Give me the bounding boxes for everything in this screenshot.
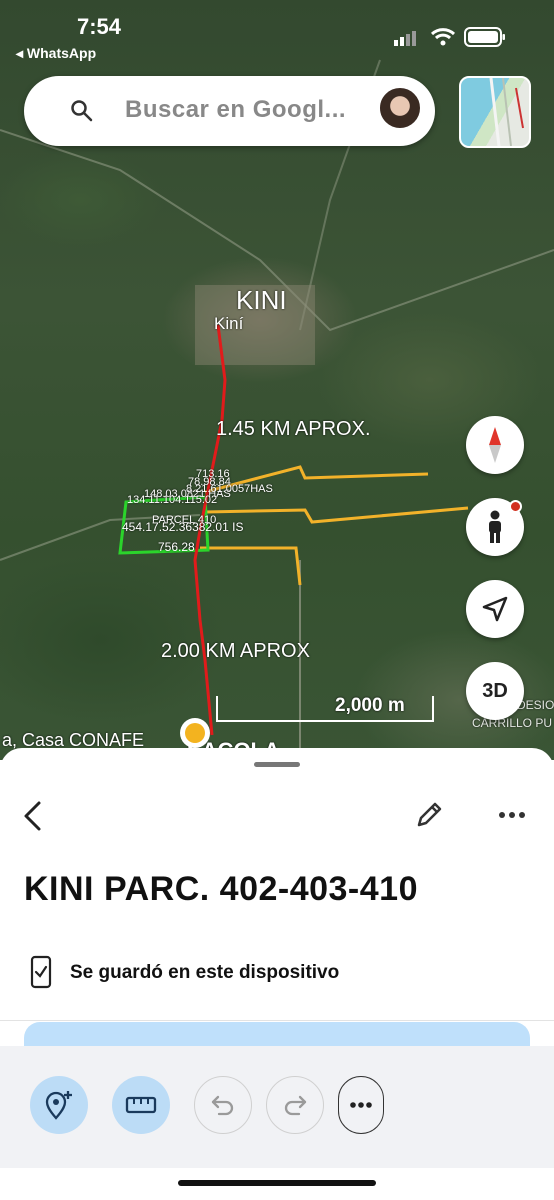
distance-label: 1.45 KM APROX. <box>216 418 371 440</box>
measure-button[interactable] <box>112 1076 170 1134</box>
compass-icon <box>489 427 501 463</box>
place-pin-icon[interactable] <box>180 718 210 748</box>
map-layers-button[interactable] <box>459 76 531 148</box>
cellular-signal-icon <box>394 31 416 46</box>
compass-button[interactable] <box>466 416 524 474</box>
back-chevron-icon[interactable] <box>22 800 44 832</box>
boundary-line <box>200 546 302 586</box>
device-saved-icon <box>30 955 52 989</box>
search-bar[interactable]: Buscar en Googl... <box>24 76 435 146</box>
search-icon <box>71 100 93 122</box>
add-pin-icon <box>45 1091 72 1120</box>
notification-dot <box>509 500 522 513</box>
town-label: KINI <box>236 285 287 315</box>
more-options-icon[interactable] <box>498 811 526 819</box>
avatar[interactable] <box>378 86 422 130</box>
3d-button[interactable]: 3D <box>466 662 524 720</box>
wifi-icon <box>430 28 456 46</box>
add-placemark-button[interactable] <box>30 1076 88 1134</box>
distance-label: 2.00 KM APROX <box>161 640 310 662</box>
back-to-app-link[interactable]: ◂ WhatsApp <box>16 45 96 62</box>
more-tools-button[interactable] <box>338 1076 384 1134</box>
divider <box>0 1020 554 1021</box>
status-time: 7:54 <box>77 14 122 39</box>
map-thumbnail-icon <box>489 78 524 146</box>
street-view-button[interactable] <box>466 498 524 556</box>
pegman-icon <box>489 510 501 543</box>
undo-icon <box>211 1095 234 1116</box>
undo-button[interactable] <box>194 1076 252 1134</box>
parcel-label: 134.11.104.115.02 <box>127 494 218 506</box>
map-scale-label: 2,000 m <box>335 695 405 716</box>
place-label: DESIO <box>517 698 554 712</box>
battery-icon <box>464 27 505 47</box>
more-options-icon <box>350 1102 372 1108</box>
saved-status-text: Se guardó en este dispositivo <box>70 962 340 983</box>
home-indicator[interactable] <box>178 1180 376 1186</box>
redo-icon <box>284 1095 307 1116</box>
sheet-drag-handle[interactable] <box>254 762 300 767</box>
edit-pencil-icon[interactable] <box>414 800 444 830</box>
place-label: Kiní <box>214 314 244 333</box>
ruler-icon <box>125 1096 157 1114</box>
redo-button[interactable] <box>266 1076 324 1134</box>
navigation-arrow-icon <box>482 596 508 622</box>
parcel-label: 756.28 <box>158 540 195 554</box>
page-title: KINI PARC. 402-403-410 <box>24 870 418 908</box>
status-bar: 7:54 ◂ WhatsApp <box>0 0 554 66</box>
my-location-button[interactable] <box>466 580 524 638</box>
boundary-line <box>204 506 469 524</box>
search-placeholder: Buscar en Googl... <box>125 96 347 123</box>
parcel-label: 454.17.52.36382.01 IS <box>122 520 244 534</box>
